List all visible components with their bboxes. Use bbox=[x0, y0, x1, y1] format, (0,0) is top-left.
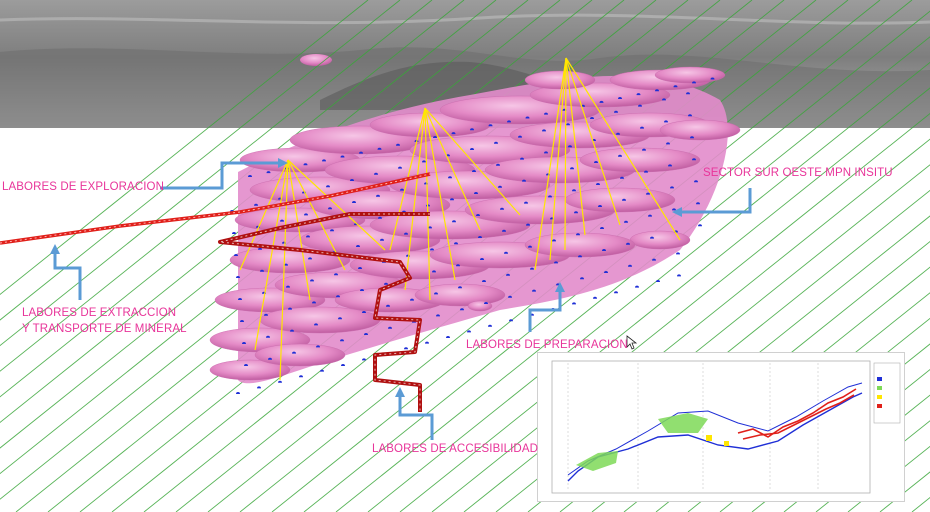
drill-collar-point bbox=[698, 224, 702, 227]
surface-orebody-outcrop bbox=[300, 54, 332, 66]
arrow-accesibilidad bbox=[398, 395, 434, 440]
inset-legend bbox=[873, 362, 901, 424]
drill-collar-point bbox=[341, 364, 345, 366]
label-labores-preparacion: LABORES DE PREPARACION bbox=[466, 339, 628, 351]
drill-collar-point bbox=[446, 336, 450, 338]
drill-collar-point bbox=[593, 296, 597, 299]
ore-lens bbox=[659, 119, 741, 141]
drill-collar-point bbox=[572, 302, 576, 305]
drill-collar-point bbox=[232, 232, 236, 234]
drill-collar-point bbox=[257, 386, 261, 389]
ore-lens bbox=[254, 343, 346, 367]
mining-3d-model-view: LABORES DE EXPLORACION LABORES DE EXTRAC… bbox=[0, 0, 930, 512]
ore-lens bbox=[654, 66, 726, 84]
drill-collar-point bbox=[467, 330, 471, 333]
ore-lens bbox=[467, 300, 493, 312]
label-labores-accesibilidad: LABORES DE ACCESIBILIDAD bbox=[372, 443, 539, 455]
drill-collar-point bbox=[404, 347, 408, 350]
ore-lens bbox=[579, 147, 701, 173]
drill-collar-point bbox=[676, 252, 680, 255]
label-labores-extraccion-line1: LABORES DE EXTRACCION bbox=[22, 307, 177, 319]
inset-cross-section-figure bbox=[537, 352, 905, 502]
drill-collar-point bbox=[236, 392, 240, 394]
ore-lens bbox=[524, 70, 596, 90]
label-labores-exploracion: LABORES DE EXPLORACION bbox=[2, 181, 164, 193]
ore-lens bbox=[629, 230, 691, 250]
drill-collar-point bbox=[425, 341, 429, 344]
mouse-pointer-icon bbox=[626, 335, 638, 350]
ore-lens bbox=[259, 306, 381, 334]
drill-collar-point bbox=[656, 280, 660, 282]
label-labores-extraccion-line2: Y TRANSPORTE DE MINERAL bbox=[22, 323, 187, 335]
drill-collar-point bbox=[278, 380, 282, 383]
label-sector-sur-oeste: SECTOR SUR OESTE MPN INSITU bbox=[703, 167, 893, 179]
inset-section-svg bbox=[551, 360, 901, 494]
drill-collar-point bbox=[635, 285, 639, 288]
ore-lens bbox=[524, 232, 636, 258]
drill-collar-point bbox=[299, 375, 303, 378]
drill-collar-point bbox=[677, 274, 681, 277]
drill-collar-point bbox=[362, 358, 366, 361]
drill-collar-point bbox=[488, 324, 492, 327]
drill-collar-point bbox=[614, 291, 618, 294]
drill-collar-point bbox=[320, 369, 324, 372]
